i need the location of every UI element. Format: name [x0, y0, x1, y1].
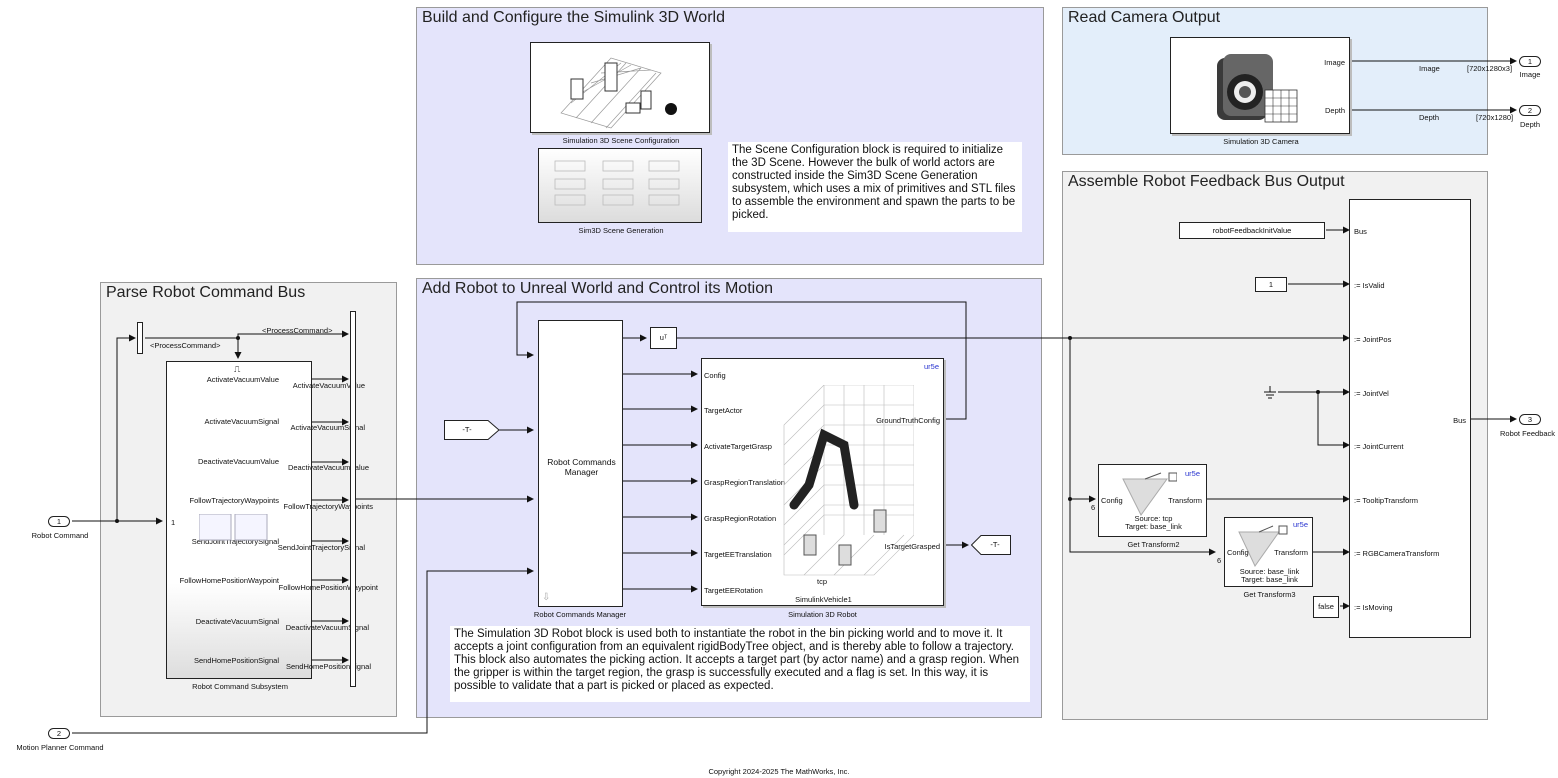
- bus-element-label: DeactivateVacuumSignal: [285, 623, 369, 632]
- subsystem-output-label: DeactivateVacuumSignal: [195, 617, 279, 626]
- subsystem-preview-icon: [554, 160, 680, 206]
- from-tag-label: -T-: [462, 425, 472, 434]
- wire-label-image: Image: [1419, 64, 1440, 73]
- outport-1[interactable]: 1: [1519, 56, 1541, 67]
- block-caption: Simulation 3D Camera: [1223, 137, 1299, 146]
- goto-tag-block[interactable]: -T-: [970, 535, 1011, 555]
- dim-label: 6: [1091, 503, 1096, 512]
- wire-label-depth: Depth: [1419, 113, 1440, 122]
- robot-input-label: ActivateTargetGrasp: [704, 442, 772, 451]
- robot-input-label: TargetEERotation: [704, 586, 763, 595]
- dims-label-depth: [720x1280]: [1476, 113, 1514, 122]
- subsystem-output-label: ActivateVacuumValue: [206, 375, 279, 384]
- subsystem-output-label: FollowTrajectoryWaypoints: [189, 496, 279, 505]
- inport-1[interactable]: 1: [48, 516, 70, 527]
- tcp-label: tcp: [816, 577, 827, 586]
- bus-input-label: := JointVel: [1354, 389, 1389, 398]
- transform-target: Target: base_link: [1241, 575, 1298, 584]
- robot-arm-icon: [783, 385, 914, 576]
- ground-icon: [1262, 386, 1278, 400]
- robot-model-label: ur5e: [1292, 520, 1308, 529]
- transform-in-port: Config: [1101, 496, 1123, 505]
- goto-tag-label: -T-: [990, 540, 1000, 549]
- selector-label: <ProcessCommand>: [150, 341, 221, 350]
- down-arrow-icon: ⇩: [542, 592, 551, 603]
- bus-input-label: := JointPos: [1354, 335, 1392, 344]
- inport-2-label: Motion Planner Command: [16, 743, 104, 752]
- transform-out-port: Transform: [1168, 496, 1202, 505]
- block-caption: Get Transform2: [1127, 540, 1180, 549]
- outport-3[interactable]: 3: [1519, 414, 1541, 425]
- subsystem-output-label: ActivateVacuumSignal: [204, 417, 279, 426]
- transform-target: Target: base_link: [1125, 522, 1182, 531]
- sim3d-robot-block[interactable]: ur5e Config TargetActor ActivateTargetGr…: [701, 358, 944, 606]
- inport-1-label: Robot Command: [31, 531, 89, 540]
- subsystem-output-label: SendHomePositionSignal: [193, 656, 279, 665]
- bus-element-label: FollowTrajectoryWaypoints: [283, 502, 373, 511]
- block-caption: Robot Command Subsystem: [192, 682, 288, 691]
- outport-2-label: Depth: [1519, 120, 1540, 129]
- process-command-selector[interactable]: [137, 322, 143, 354]
- get-transform3-block[interactable]: ur5e Config Transform Source: base_link …: [1224, 517, 1313, 599]
- subsystem-in-port: 1: [171, 518, 176, 527]
- block-caption: Robot Commands Manager: [533, 610, 627, 619]
- bus-element-label: FollowHomePositionWaypoint: [278, 583, 378, 592]
- vehicle-label: SimulinkVehicle1: [795, 595, 852, 604]
- inport-2[interactable]: 2: [48, 728, 70, 739]
- outport-2[interactable]: 2: [1519, 105, 1541, 116]
- selector-top-label: <ProcessCommand>: [262, 326, 333, 335]
- camera-icon: [1217, 54, 1298, 123]
- robot-input-label: TargetActor: [704, 406, 743, 415]
- block-caption: Sim3D Scene Generation: [578, 226, 664, 235]
- constant-false-block[interactable]: false: [1313, 596, 1339, 618]
- bus-input-label: := TooltipTransform: [1354, 496, 1418, 505]
- scene-note: The Scene Configuration block is require…: [728, 142, 1022, 232]
- rcm-label: Robot Commands Manager: [547, 457, 616, 477]
- camera-depth-port: Depth: [1324, 106, 1345, 115]
- robot-note: The Simulation 3D Robot block is used bo…: [450, 626, 1030, 702]
- robot-model-label: ur5e: [1184, 469, 1200, 478]
- bus-assign-out: Bus: [1453, 416, 1466, 425]
- block-caption: Simulation 3D Scene Configuration: [562, 136, 680, 145]
- bus-assignment-block[interactable]: Bus := IsValid := JointPos := JointVel :…: [1349, 199, 1471, 638]
- get-transform2-block[interactable]: ur5e Config Transform Source: tcp Target…: [1098, 464, 1207, 549]
- outport-3-label: Robot Feedback: [1500, 429, 1556, 438]
- dims-label-image: [720x1280x3]: [1467, 64, 1513, 73]
- block-caption: Simulation 3D Robot: [788, 610, 857, 619]
- bus-element-label: DeactivateVacuumValue: [287, 463, 369, 472]
- from-tag-block[interactable]: -T-: [444, 420, 500, 440]
- bus-input-label: := JointCurrent: [1354, 442, 1404, 451]
- bus-element-label: SendHomePositionSignal: [285, 662, 371, 671]
- bus-creator-block[interactable]: [350, 311, 356, 687]
- scene-config-block[interactable]: Simulation 3D Scene Configuration: [530, 42, 710, 145]
- bus-input-label: Bus: [1354, 227, 1367, 236]
- constant-one-block[interactable]: 1: [1255, 277, 1287, 292]
- camera-image-port: Image: [1324, 58, 1345, 67]
- copyright: Copyright 2024-2025 The MathWorks, Inc.: [708, 767, 850, 776]
- sim3d-camera-block[interactable]: Image Depth Simulation 3D Camera: [1170, 37, 1350, 146]
- dim-label: 6: [1217, 556, 1222, 565]
- robot-input-label: Config: [704, 371, 726, 380]
- scene-3d-icon: [560, 57, 677, 129]
- subsystem-trigger-icon: ⎍: [234, 364, 241, 374]
- bus-input-label: := RGBCameraTransform: [1354, 549, 1440, 558]
- init-value-block[interactable]: robotFeedbackInitValue: [1179, 222, 1325, 239]
- subsystem-thumbnail-icon: [199, 514, 268, 541]
- subsystem-output-label: DeactivateVacuumValue: [197, 457, 279, 466]
- block-caption: Get Transform3: [1243, 590, 1296, 599]
- wire-cmd-to-selector: [116, 334, 136, 521]
- scene-generation-block[interactable]: Sim3D Scene Generation: [538, 148, 702, 235]
- subsystem-output-label: FollowHomePositionWaypoint: [179, 576, 279, 585]
- outport-1-label: Image: [1519, 70, 1541, 79]
- transform-in-port: Config: [1227, 548, 1249, 557]
- robot-input-label: TargetEETranslation: [704, 550, 772, 559]
- transpose-block[interactable]: uᵀ: [650, 327, 677, 349]
- robot-commands-manager-block[interactable]: Robot Commands Manager ⇩: [538, 320, 623, 607]
- bus-input-label: := IsValid: [1354, 281, 1385, 290]
- transform-out-port: Transform: [1274, 548, 1308, 557]
- bus-input-label: := IsMoving: [1354, 603, 1393, 612]
- transpose-label: uᵀ: [659, 333, 668, 342]
- robot-model-label: ur5e: [923, 362, 939, 371]
